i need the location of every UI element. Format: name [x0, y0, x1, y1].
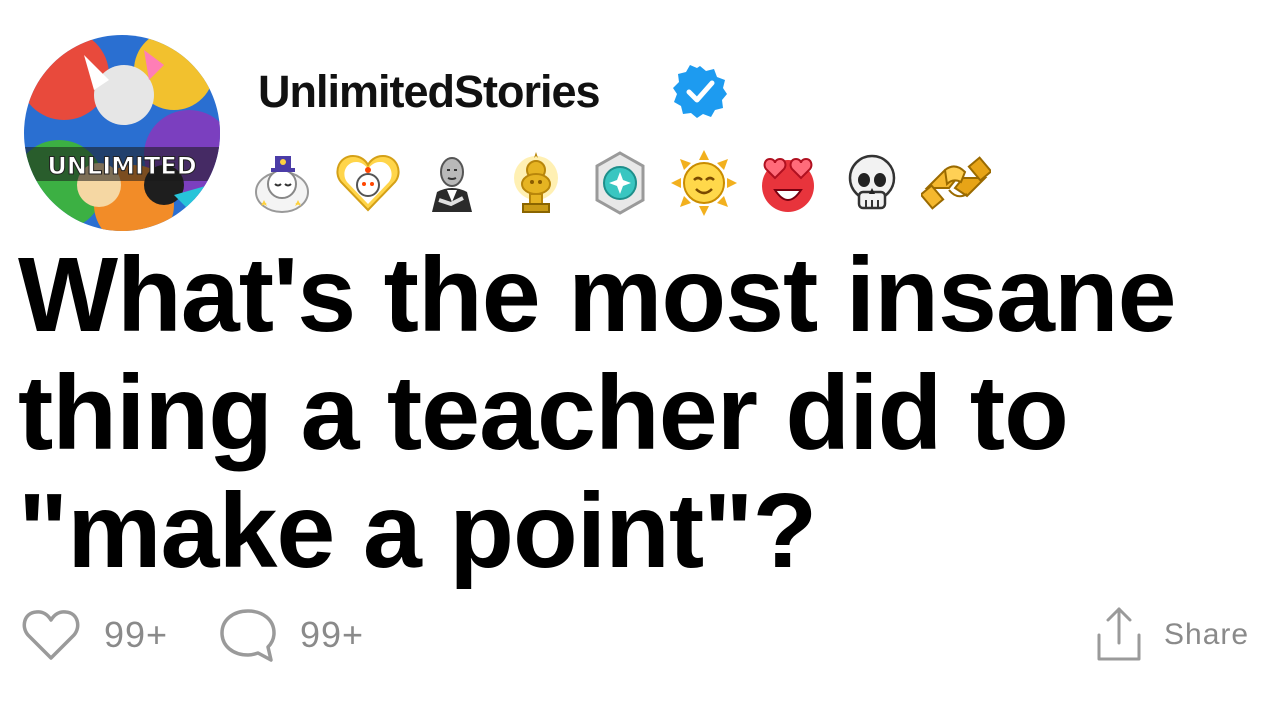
username[interactable]: UnlimitedStories — [258, 62, 601, 122]
heart-snoo-award-icon[interactable] — [332, 147, 404, 219]
skull-award-icon[interactable] — [836, 147, 908, 219]
wholesome-award-icon[interactable] — [248, 147, 320, 219]
gold-award-icon[interactable] — [500, 147, 572, 219]
heart-eyes-award-icon[interactable] — [752, 147, 824, 219]
handshake-award-icon[interactable] — [920, 147, 992, 219]
comment-button[interactable]: 99+ — [218, 600, 364, 670]
awards-row — [248, 147, 1004, 219]
avatar[interactable]: UNLIMITED — [24, 35, 220, 231]
share-label: Share — [1164, 618, 1250, 651]
platinum-award-icon[interactable] — [584, 147, 656, 219]
post-actions-bar: 99+ 99+ Share — [0, 600, 1280, 670]
verified-badge-icon — [673, 64, 727, 118]
heart-icon — [22, 610, 80, 660]
like-count: 99+ — [104, 614, 169, 655]
post-title: What's the most insane thing a teacher d… — [18, 236, 1177, 590]
comment-bubble-icon — [220, 609, 276, 662]
post-card: UNLIMITED UnlimitedStories What's the mo… — [0, 0, 1280, 720]
comment-count: 99+ — [300, 614, 365, 655]
share-icon — [1097, 607, 1141, 661]
avatar-image: UNLIMITED — [24, 35, 220, 231]
bravo-award-icon[interactable] — [416, 147, 488, 219]
sun-award-icon[interactable] — [668, 147, 740, 219]
like-button[interactable]: 99+ — [20, 600, 168, 670]
avatar-logo-text: UNLIMITED — [47, 152, 196, 180]
share-button[interactable]: Share — [1094, 600, 1249, 670]
